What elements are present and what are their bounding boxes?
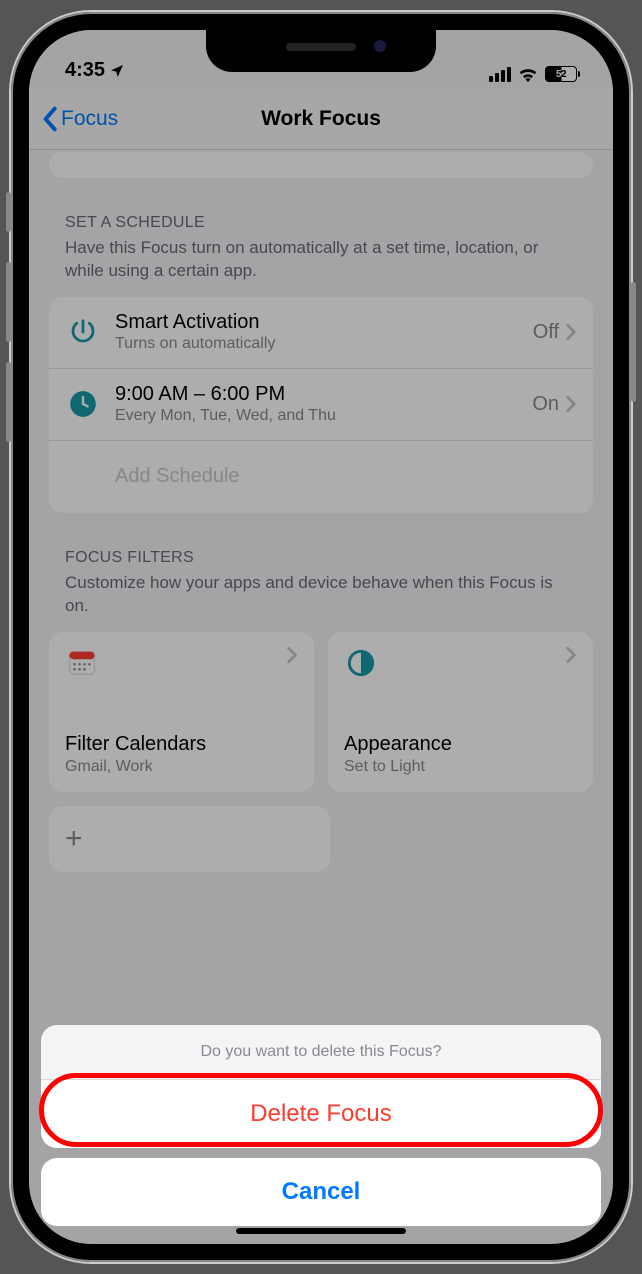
power-icon [65,314,101,350]
sheet-message: Do you want to delete this Focus? [41,1025,601,1080]
page-title: Work Focus [261,107,381,131]
filter-title: Appearance [344,733,577,756]
row-value: Off [533,321,559,344]
row-value: On [532,393,559,416]
plus-icon: + [65,822,83,856]
status-time: 4:35 [65,59,105,82]
wifi-icon [518,67,538,82]
add-schedule-row[interactable]: Add Schedule [49,441,593,513]
schedule-group: Smart Activation Turns on automatically … [49,297,593,513]
cancel-button[interactable]: Cancel [41,1158,601,1226]
clock-icon [65,386,101,422]
add-schedule-label: Add Schedule [65,465,240,488]
chevron-right-icon [565,323,577,341]
filters-description: Customize how your apps and device behav… [65,572,577,618]
nav-bar: Focus Work Focus [29,88,613,150]
smart-activation-row[interactable]: Smart Activation Turns on automatically … [49,297,593,369]
appearance-card[interactable]: Appearance Set to Light [328,632,593,792]
filter-calendars-card[interactable]: Filter Calendars Gmail, Work [49,632,314,792]
location-icon [109,63,125,79]
delete-focus-button[interactable]: Delete Focus [41,1080,601,1148]
add-filter-button[interactable]: + [49,806,330,872]
row-subtitle: Turns on automatically [115,335,533,353]
filters-header: FOCUS FILTERS [65,549,577,567]
row-subtitle: Every Mon, Tue, Wed, and Thu [115,407,532,425]
filter-title: Filter Calendars [65,733,298,756]
home-indicator[interactable] [236,1228,406,1234]
chevron-right-icon [565,395,577,413]
back-button[interactable]: Focus [41,106,118,132]
back-label: Focus [61,107,118,131]
battery-icon: 52 [545,66,577,82]
schedule-header: SET A SCHEDULE [65,214,577,232]
action-sheet: Do you want to delete this Focus? Delete… [41,1025,601,1226]
appearance-icon [344,646,378,680]
chevron-right-icon [286,646,298,664]
row-title: 9:00 AM – 6:00 PM [115,383,532,406]
chevron-right-icon [565,646,577,664]
cellular-icon [489,67,511,82]
filter-subtitle: Gmail, Work [65,758,298,776]
previous-section-card [49,152,593,178]
filter-subtitle: Set to Light [344,758,577,776]
time-schedule-row[interactable]: 9:00 AM – 6:00 PM Every Mon, Tue, Wed, a… [49,369,593,441]
row-title: Smart Activation [115,311,533,334]
schedule-description: Have this Focus turn on automatically at… [65,237,577,283]
calendar-icon [65,646,99,680]
